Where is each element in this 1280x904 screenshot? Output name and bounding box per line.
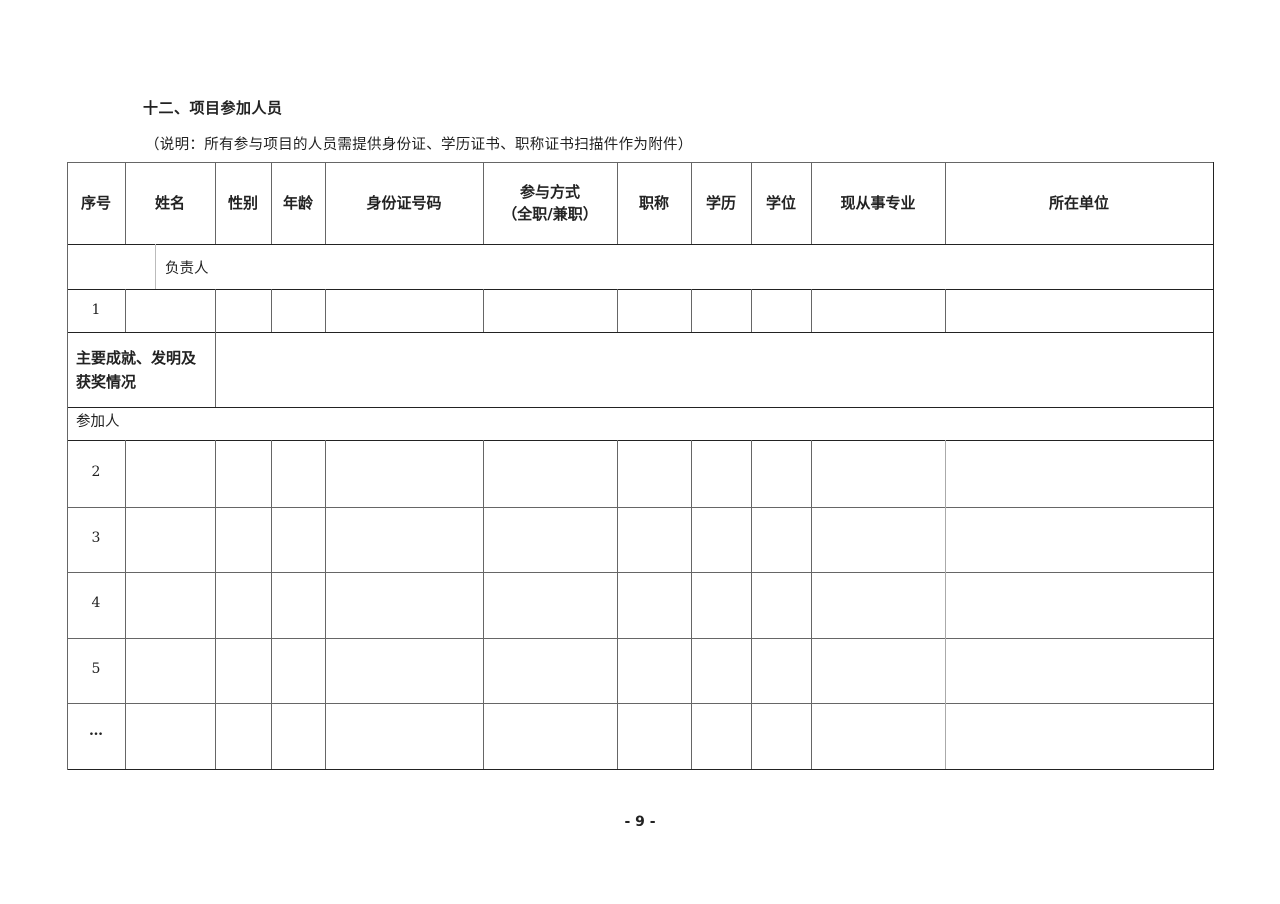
- row-number: 3: [91, 530, 101, 546]
- achievements-label: 主要成就、发明及 获奖情况: [76, 346, 216, 394]
- row-number: 2: [91, 464, 101, 480]
- table-line: [691, 440, 692, 769]
- table-line: [67, 703, 1213, 704]
- header-degree: 学位: [765, 194, 796, 212]
- table-line: [67, 244, 1214, 245]
- header-gender: 性别: [227, 194, 258, 212]
- table-line: [483, 289, 484, 332]
- table-line: [67, 507, 1213, 508]
- header-major: 现从事专业: [840, 194, 916, 212]
- table-line: [811, 440, 812, 769]
- header-participation-line2: （全职/兼职）: [502, 205, 598, 223]
- achievements-label-line1: 主要成就、发明及: [76, 349, 197, 367]
- table-line: [215, 289, 216, 332]
- page-number: - 9 -: [624, 814, 656, 830]
- table-line: [617, 289, 618, 332]
- table-line: [1213, 162, 1214, 770]
- table-line: [945, 440, 946, 769]
- table-line: [67, 289, 1214, 290]
- table-line: [67, 407, 1214, 408]
- row-number: …: [89, 723, 103, 739]
- table-line: [325, 440, 326, 769]
- row-number: 5: [91, 661, 101, 677]
- table-line: [125, 440, 126, 769]
- section-title: 十二、项目参加人员: [143, 99, 283, 117]
- table-line: [483, 440, 484, 769]
- leader-label: 负责人: [165, 261, 209, 277]
- table-line: [751, 289, 752, 332]
- table-line: [67, 440, 1214, 441]
- table-line: [125, 289, 126, 332]
- table-line: [945, 289, 946, 332]
- table-line: [751, 440, 752, 769]
- table-line: [67, 638, 1213, 639]
- table-line: [67, 769, 1213, 770]
- header-seq: 序号: [80, 194, 111, 212]
- header-title: 职称: [638, 194, 669, 212]
- participants-label: 参加人: [76, 414, 120, 430]
- header-id-number: 身份证号码: [366, 194, 442, 212]
- header-participation: 参与方式 （全职/兼职）: [483, 162, 617, 244]
- table-line: [67, 572, 1213, 573]
- table-line: [215, 440, 216, 769]
- header-unit: 所在单位: [1048, 194, 1109, 212]
- table-line: [691, 289, 692, 332]
- header-education: 学历: [705, 194, 736, 212]
- achievements-label-line2: 获奖情况: [76, 373, 137, 391]
- table-line: [271, 289, 272, 332]
- table-line: [155, 244, 156, 289]
- row-number: 1: [91, 302, 101, 318]
- table-line: [67, 332, 1214, 333]
- table-line: [811, 289, 812, 332]
- table-line: [617, 440, 618, 769]
- header-participation-line1: 参与方式: [519, 183, 580, 201]
- header-age: 年龄: [282, 194, 313, 212]
- instruction-note: （说明：所有参与项目的人员需提供身份证、学历证书、职称证书扫描件作为附件）: [145, 137, 693, 153]
- table-line: [325, 289, 326, 332]
- table-line: [271, 440, 272, 769]
- header-name: 姓名: [154, 194, 185, 212]
- row-number: 4: [91, 595, 101, 611]
